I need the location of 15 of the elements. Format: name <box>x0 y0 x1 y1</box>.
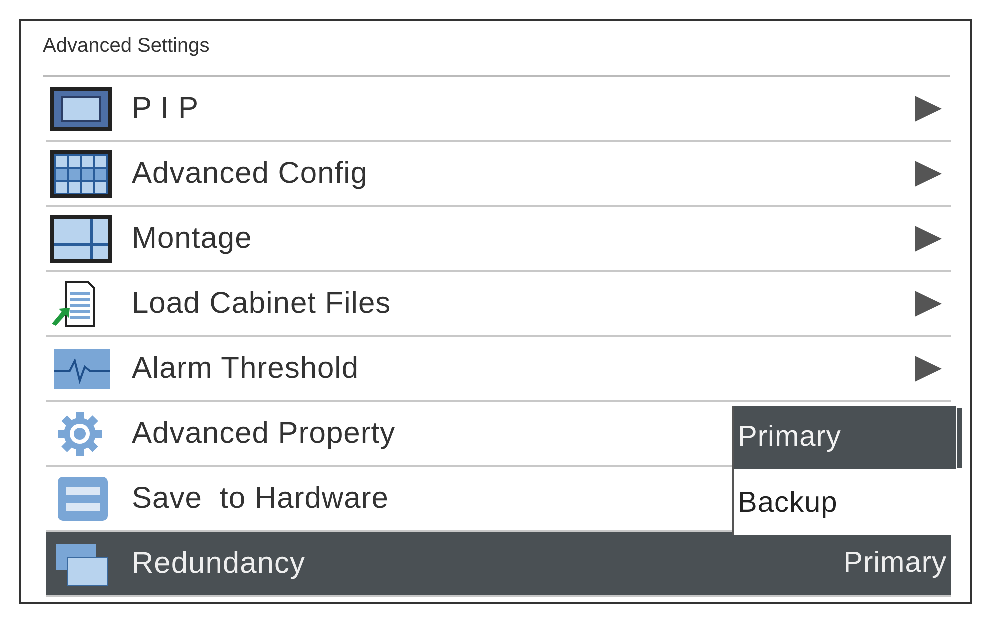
split-view-icon <box>50 214 112 262</box>
menu-item[interactable]: Redundancy Primary <box>46 532 951 597</box>
window-icon <box>50 84 112 132</box>
menu-item-label: Save to Hardware <box>132 482 389 516</box>
menu-item-value: Primary <box>844 547 947 580</box>
menu-item-label: Advanced Config <box>132 156 368 190</box>
menu-item-label: Advanced Property <box>132 416 396 450</box>
menu-item-label: Load Cabinet Files <box>132 286 392 320</box>
menu-item-label: P I P <box>132 92 199 126</box>
dropdown-option[interactable]: Primary <box>734 406 956 469</box>
scrollbar[interactable] <box>957 408 962 468</box>
menu-item-label: Redundancy <box>132 546 306 580</box>
menu-item-label: Alarm Threshold <box>132 352 360 386</box>
menu-item-label: Montage <box>132 222 252 256</box>
grid-icon <box>50 150 112 198</box>
